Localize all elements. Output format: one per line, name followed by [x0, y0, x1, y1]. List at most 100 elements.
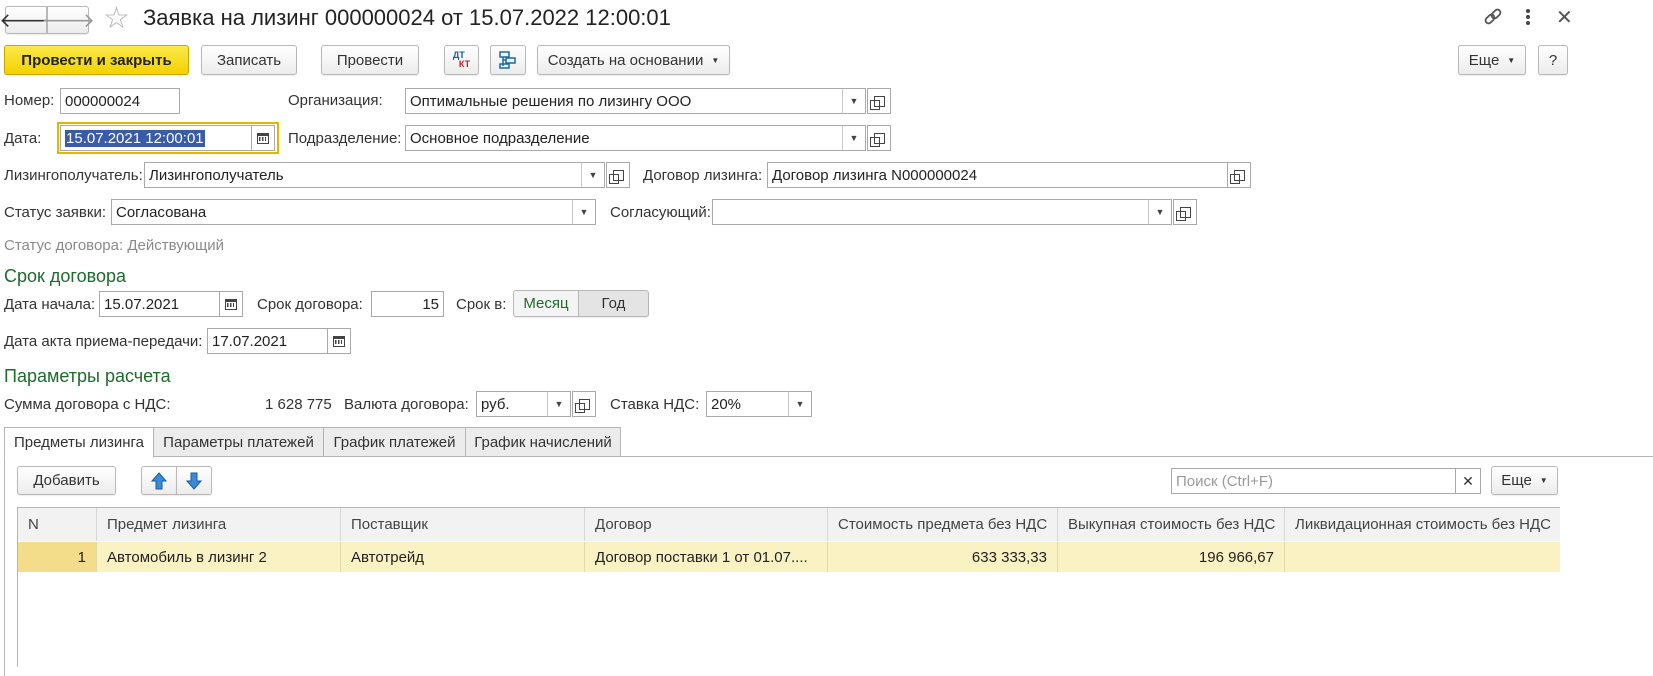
approver-dropdown-icon[interactable]: ▼ [1148, 199, 1172, 225]
division-open-icon[interactable] [867, 125, 891, 151]
act-date-label: Дата акта приема-передачи: [4, 333, 203, 350]
favorite-star-icon[interactable]: ☆ [103, 3, 130, 35]
dropdown-arrow-icon: ▼ [711, 55, 720, 65]
close-icon[interactable]: ✕ [1556, 5, 1573, 30]
vat-field[interactable]: 20% [706, 391, 789, 417]
organization-dropdown-icon[interactable]: ▼ [842, 88, 866, 114]
term-label: Срок договора: [257, 296, 363, 313]
calendar-icon [257, 132, 269, 144]
lessee-label: Лизингополучатель: [4, 167, 143, 184]
column-header-n[interactable]: N [18, 508, 97, 541]
term-unit-label: Срок в: [456, 296, 507, 313]
post-and-close-button[interactable]: Провести и закрыть [4, 45, 189, 75]
currency-open-icon[interactable] [572, 391, 596, 417]
contract-field[interactable]: Договор лизинга N000000024 [767, 162, 1228, 188]
column-header-supplier[interactable]: Поставщик [341, 508, 585, 541]
cell-liquidation [1285, 542, 1560, 572]
start-date-label: Дата начала: [4, 296, 96, 313]
move-down-button[interactable] [176, 466, 212, 495]
division-dropdown-icon[interactable]: ▼ [842, 125, 866, 151]
cell-n: 1 [18, 542, 97, 572]
calendar-icon [225, 298, 237, 310]
tab-accrual-schedule[interactable]: График начислений [465, 427, 621, 457]
forward-button[interactable]: 🡒 [41, 6, 95, 34]
save-button[interactable]: Записать [201, 45, 297, 75]
move-up-button[interactable] [141, 466, 177, 495]
add-button[interactable]: Добавить [17, 466, 116, 495]
organization-field[interactable]: Оптимальные решения по лизингу ООО [405, 88, 843, 114]
more-button[interactable]: Еще ▼ [1458, 45, 1526, 75]
vat-label: Ставка НДС: [610, 396, 700, 413]
kebab-menu-icon[interactable] [1520, 6, 1536, 28]
unit-month-toggle[interactable]: Месяц [513, 290, 579, 317]
column-header-cost[interactable]: Стоимость предмета без НДС [828, 508, 1058, 541]
dropdown-arrow-icon: ▼ [1539, 476, 1548, 485]
help-button[interactable]: ? [1538, 45, 1568, 75]
column-header-item[interactable]: Предмет лизинга [97, 508, 341, 541]
table-row[interactable]: 1 Автомобиль в лизинг 2 Автотрейд Догово… [18, 542, 1560, 572]
division-field[interactable]: Основное подразделение [405, 125, 843, 151]
dt-kt-button[interactable]: ДТ КТ [444, 45, 479, 75]
column-header-liquidation[interactable]: Ликвидационная стоимость без НДС [1285, 508, 1560, 541]
currency-field[interactable]: руб. [476, 391, 548, 417]
window-title: Заявка на лизинг 000000024 от 15.07.2022… [143, 5, 671, 30]
cell-cost: 633 333,33 [828, 542, 1058, 572]
approver-open-icon[interactable] [1173, 199, 1197, 225]
tab-payment-schedule[interactable]: График платежей [323, 427, 466, 457]
arrow-up-icon [151, 471, 167, 489]
contract-label: Договор лизинга: [643, 167, 763, 184]
search-clear-button[interactable]: ✕ [1455, 468, 1481, 494]
currency-label: Валюта договора: [344, 396, 469, 413]
column-header-buyout[interactable]: Выкупная стоимость без НДС [1058, 508, 1285, 541]
term-field[interactable]: 15 [371, 291, 444, 317]
date-field[interactable]: 15.07.2021 12:00:01 [60, 125, 252, 151]
arrow-right-icon: 🡒 [41, 9, 95, 32]
cell-contract: Договор поставки 1 от 01.07.... [585, 542, 828, 572]
tab-leasing-items[interactable]: Предметы лизинга [4, 427, 154, 458]
column-header-contract[interactable]: Договор [585, 508, 828, 541]
close-icon: ✕ [1462, 472, 1474, 489]
currency-dropdown-icon[interactable]: ▼ [547, 391, 571, 417]
cell-supplier: Автотрейд [341, 542, 585, 572]
number-label: Номер: [4, 92, 55, 109]
lessee-dropdown-icon[interactable]: ▼ [581, 162, 605, 188]
number-field[interactable]: 000000024 [60, 88, 180, 114]
contract-status-text: Статус договора: Действующий [4, 237, 225, 254]
act-date-field[interactable]: 17.07.2021 [207, 328, 328, 354]
lessee-field[interactable]: Лизингополучатель [144, 162, 582, 188]
cell-buyout: 196 966,67 [1058, 542, 1285, 572]
date-calendar-button[interactable] [251, 125, 275, 151]
organization-label: Организация: [288, 92, 383, 109]
status-label: Статус заявки: [4, 204, 107, 221]
create-based-on-button[interactable]: Создать на основании ▼ [537, 45, 730, 75]
dt-kt-icon: ДТ КТ [452, 50, 471, 69]
table-more-button[interactable]: Еще ▼ [1491, 466, 1558, 495]
act-date-calendar-button[interactable] [327, 328, 351, 354]
status-dropdown-icon[interactable]: ▼ [572, 199, 596, 225]
organization-open-icon[interactable] [867, 88, 891, 114]
post-button[interactable]: Провести [321, 45, 419, 75]
dropdown-arrow-icon: ▼ [1507, 55, 1516, 65]
start-date-calendar-button[interactable] [219, 291, 243, 317]
start-date-field[interactable]: 15.07.2021 [99, 291, 220, 317]
unit-year-toggle[interactable]: Год [578, 290, 649, 317]
arrow-down-icon [186, 472, 202, 490]
items-table: N Предмет лизинга Поставщик Договор Стои… [17, 507, 1560, 667]
sum-label: Сумма договора с НДС: [4, 396, 171, 413]
status-field[interactable]: Согласована [111, 199, 573, 225]
date-label: Дата: [4, 130, 42, 147]
vat-dropdown-icon[interactable]: ▼ [788, 391, 812, 417]
structure-button[interactable] [490, 45, 526, 75]
tab-payment-params[interactable]: Параметры платежей [153, 427, 324, 457]
calendar-icon [333, 335, 345, 347]
approver-field[interactable] [712, 199, 1149, 225]
approver-label: Согласующий: [610, 204, 711, 221]
table-header: N Предмет лизинга Поставщик Договор Стои… [18, 508, 1560, 541]
division-label: Подразделение: [288, 130, 402, 147]
cell-item: Автомобиль в лизинг 2 [97, 542, 341, 572]
contract-open-icon[interactable] [1227, 162, 1251, 188]
search-input[interactable]: Поиск (Ctrl+F) [1171, 468, 1456, 494]
term-section-title: Срок договора [4, 266, 126, 286]
link-icon[interactable] [1482, 6, 1504, 28]
lessee-open-icon[interactable] [606, 162, 630, 188]
